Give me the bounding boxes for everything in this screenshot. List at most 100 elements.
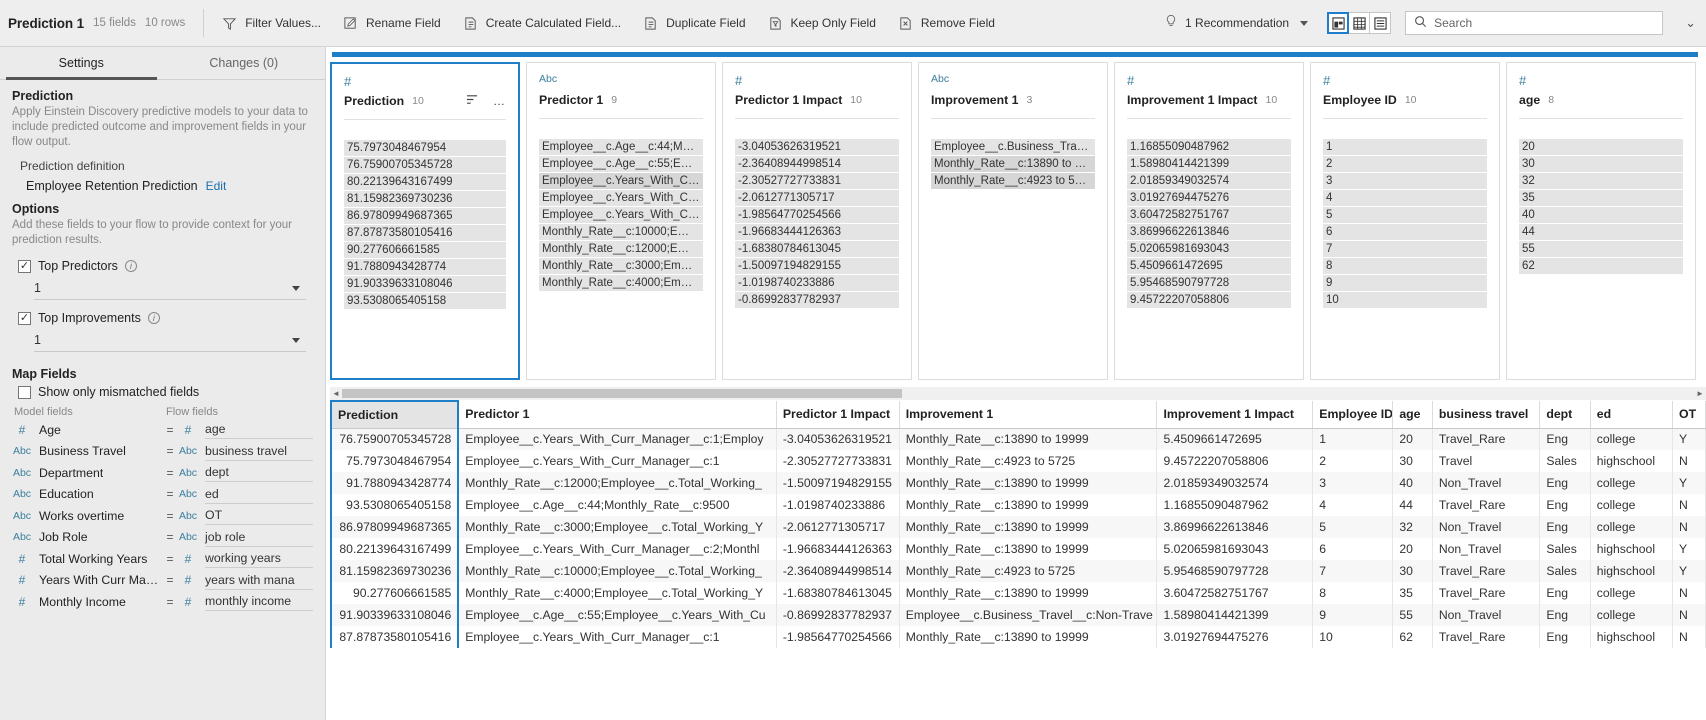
table-cell[interactable]: -1.96683444126363 bbox=[776, 538, 900, 560]
scroll-right-arrow-icon[interactable]: ► bbox=[1694, 389, 1706, 398]
card-value[interactable]: 9.45722207058806 bbox=[1127, 292, 1291, 308]
card-value[interactable]: 2.01859349032574 bbox=[1127, 173, 1291, 189]
card-value[interactable]: 76.75900705345728 bbox=[344, 157, 506, 173]
card-value[interactable]: -1.0198740233886 bbox=[735, 275, 899, 291]
flow-field[interactable]: # age bbox=[178, 420, 313, 440]
table-row[interactable]: 91.90339633108046 Employee__c.Age__c:55;E… bbox=[329, 604, 1706, 626]
table-cell[interactable]: 10 bbox=[1312, 626, 1394, 648]
table-cell[interactable]: 55 bbox=[1392, 604, 1433, 626]
table-row[interactable]: 81.15982369730236 Monthly_Rate__c:10000;E… bbox=[329, 560, 1706, 582]
tab-settings[interactable]: Settings bbox=[0, 47, 163, 80]
table-cell[interactable]: Sales bbox=[1539, 560, 1591, 582]
flow-field[interactable]: Abc job role bbox=[178, 528, 313, 547]
table-row[interactable]: 87.87873580105416 Employee__c.Years_With_… bbox=[329, 626, 1706, 648]
table-cell[interactable]: 80.22139643167499 bbox=[329, 538, 460, 560]
table-cell[interactable]: Employee__c.Years_With_Curr_Manager__c:1 bbox=[458, 450, 777, 472]
table-cell[interactable]: N bbox=[1672, 582, 1706, 604]
card-value[interactable]: 86.97809949687365 bbox=[344, 208, 506, 224]
table-row[interactable]: 80.22139643167499 Employee__c.Years_With_… bbox=[329, 538, 1706, 560]
flow-field-select[interactable]: business travel bbox=[205, 442, 313, 461]
table-cell[interactable]: Eng bbox=[1539, 472, 1591, 494]
table-cell[interactable]: N bbox=[1672, 450, 1706, 472]
horizontal-scrollbar[interactable]: ◄ ► bbox=[330, 387, 1706, 400]
info-icon[interactable]: i bbox=[147, 312, 160, 324]
flow-field-select[interactable]: monthly income bbox=[205, 592, 313, 612]
table-row[interactable]: 93.5308065405158 Employee__c.Age__c:44;Mo… bbox=[329, 494, 1706, 516]
filter-values-button[interactable]: Filter Values... bbox=[218, 12, 333, 35]
table-cell[interactable]: Eng bbox=[1539, 494, 1591, 516]
top-predictors-option[interactable]: Top Predictors i bbox=[18, 259, 313, 273]
card-value[interactable]: 3.01927694475276 bbox=[1127, 190, 1291, 206]
flow-field[interactable]: Abc dept bbox=[178, 463, 313, 483]
more-options-icon[interactable]: … bbox=[493, 94, 506, 108]
table-cell[interactable]: Employee__c.Age__c:44;Monthly_Rate__c:95… bbox=[458, 494, 777, 516]
profile-card[interactable]: # Prediction 10 … 75.7973048467954 76.7590070… bbox=[330, 62, 520, 380]
collapse-panel-chevron-icon[interactable]: ⌄ bbox=[1685, 15, 1696, 31]
card-value[interactable]: Employee__c.Age__c:44;Mo… bbox=[539, 139, 703, 155]
show-only-mismatched-option[interactable]: Show only mismatched fields bbox=[18, 385, 313, 399]
card-value[interactable]: 2 bbox=[1323, 156, 1487, 172]
table-cell[interactable]: -3.04053626319521 bbox=[776, 428, 900, 450]
flow-field[interactable]: # working years bbox=[178, 549, 313, 569]
table-cell[interactable]: 9 bbox=[1312, 604, 1394, 626]
table-cell[interactable]: Monthly_Rate__c:13890 to 19999 bbox=[899, 472, 1158, 494]
profile-card[interactable]: Abc Improvement 1 3 Employee__c.Business_Tr… bbox=[918, 62, 1108, 380]
list-view-button[interactable] bbox=[1369, 12, 1392, 34]
table-cell[interactable]: 87.87873580105416 bbox=[329, 626, 460, 648]
table-cell[interactable]: Monthly_Rate__c:13890 to 19999 bbox=[899, 626, 1158, 648]
card-value[interactable]: -2.30527727733831 bbox=[735, 173, 899, 189]
table-cell[interactable]: Monthly_Rate__c:13890 to 19999 bbox=[899, 538, 1158, 560]
table-cell[interactable]: Sales bbox=[1539, 538, 1591, 560]
table-cell[interactable]: 1.58980414421399 bbox=[1156, 604, 1314, 626]
table-cell[interactable]: Y bbox=[1672, 538, 1706, 560]
sort-icon[interactable] bbox=[466, 94, 479, 108]
info-icon[interactable]: i bbox=[124, 260, 137, 272]
recommendations-button[interactable]: 1 Recommendation bbox=[1158, 10, 1314, 37]
remove-field-button[interactable]: Remove Field bbox=[894, 12, 1007, 35]
table-cell[interactable]: -2.0612771305717 bbox=[776, 516, 900, 538]
card-value[interactable]: 7 bbox=[1323, 241, 1487, 257]
column-header[interactable]: ed bbox=[1590, 401, 1674, 429]
edit-prediction-link[interactable]: Edit bbox=[206, 179, 227, 193]
flow-field[interactable]: # monthly income bbox=[178, 592, 313, 612]
card-value[interactable]: 8 bbox=[1323, 258, 1487, 274]
table-cell[interactable]: 9.45722207058806 bbox=[1156, 450, 1314, 472]
table-row[interactable]: 90.277606661585 Monthly_Rate__c:4000;Empl… bbox=[329, 582, 1706, 604]
table-cell[interactable]: highschool bbox=[1590, 626, 1674, 648]
scrollbar-track[interactable] bbox=[342, 389, 1694, 398]
table-cell[interactable]: 90.277606661585 bbox=[329, 582, 460, 604]
table-cell[interactable]: Travel_Rare bbox=[1432, 494, 1541, 516]
top-improvements-dropdown[interactable]: 1 bbox=[34, 329, 306, 352]
table-cell[interactable]: 6 bbox=[1312, 538, 1394, 560]
card-value[interactable]: 32 bbox=[1519, 173, 1683, 189]
table-cell[interactable]: 5.95468590797728 bbox=[1156, 560, 1314, 582]
card-value[interactable]: 80.22139643167499 bbox=[344, 174, 506, 190]
table-cell[interactable]: Eng bbox=[1539, 582, 1591, 604]
table-cell[interactable]: 2.01859349032574 bbox=[1156, 472, 1314, 494]
card-value[interactable]: 91.90339633108046 bbox=[344, 276, 506, 292]
card-value[interactable]: 10 bbox=[1323, 292, 1487, 308]
table-cell[interactable]: 2 bbox=[1312, 450, 1394, 472]
search-input[interactable]: Search bbox=[1405, 11, 1664, 35]
table-row[interactable]: 86.97809949687365 Monthly_Rate__c:3000;Em… bbox=[329, 516, 1706, 538]
table-cell[interactable]: college bbox=[1590, 494, 1674, 516]
card-value[interactable]: Employee__c.Years_With_C… bbox=[539, 207, 703, 223]
table-cell[interactable]: college bbox=[1590, 582, 1674, 604]
card-value[interactable]: Monthly_Rate__c:4923 to 5… bbox=[931, 173, 1095, 189]
table-cell[interactable]: Non_Travel bbox=[1432, 538, 1541, 560]
profile-card[interactable]: # age 8 20 30 32 35 40 44 55 62 bbox=[1506, 62, 1696, 380]
profile-view-button[interactable] bbox=[1327, 12, 1350, 34]
table-cell[interactable]: 81.15982369730236 bbox=[329, 560, 460, 582]
table-cell[interactable]: 5.02065981693043 bbox=[1156, 538, 1314, 560]
card-value[interactable]: Employee__c.Business_Tra… bbox=[931, 139, 1095, 155]
keep-only-field-button[interactable]: Keep Only Field bbox=[764, 12, 888, 35]
table-cell[interactable]: 7 bbox=[1312, 560, 1394, 582]
flow-field-select[interactable]: ed bbox=[205, 485, 313, 504]
table-cell[interactable]: Monthly_Rate__c:13890 to 19999 bbox=[899, 516, 1158, 538]
card-value[interactable]: Monthly_Rate__c:13890 to … bbox=[931, 156, 1095, 172]
flow-field-select[interactable]: years with mana bbox=[205, 571, 313, 590]
card-value[interactable]: -3.04053626319521 bbox=[735, 139, 899, 155]
card-value[interactable]: 30 bbox=[1519, 156, 1683, 172]
table-cell[interactable]: 35 bbox=[1392, 582, 1433, 604]
table-cell[interactable]: Non_Travel bbox=[1432, 516, 1541, 538]
